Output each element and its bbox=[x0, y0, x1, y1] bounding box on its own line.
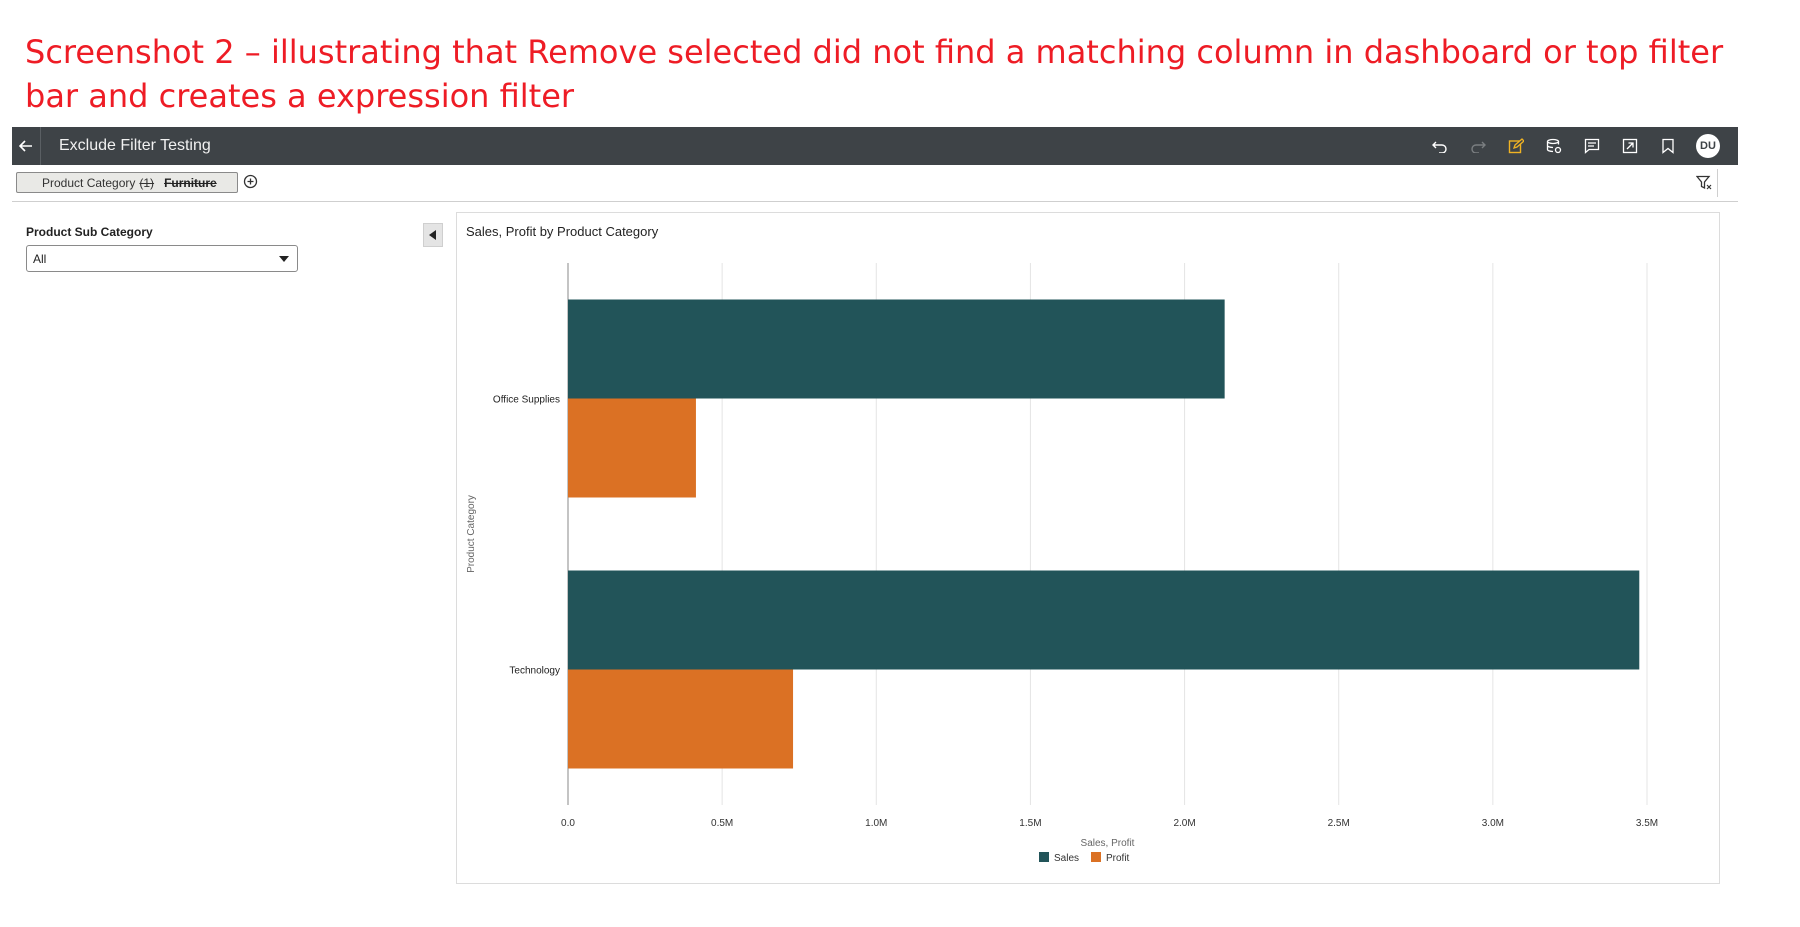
x-tick-label: 3.5M bbox=[1636, 818, 1658, 829]
chart-panel: Sales, Profit by Product Category 0.0 0.5… bbox=[456, 212, 1720, 884]
edit-icon bbox=[1508, 138, 1524, 154]
x-tick-label: 2.0M bbox=[1173, 818, 1195, 829]
toolbar: DU bbox=[1430, 127, 1720, 165]
x-tick-label: 0.5M bbox=[711, 818, 733, 829]
bar-sales-0 bbox=[568, 299, 1225, 399]
bar-profit-1 bbox=[568, 669, 794, 769]
category-label: Office Supplies bbox=[493, 395, 560, 406]
filter-pill-value: Furniture bbox=[164, 175, 217, 190]
filter-pill-product-category[interactable]: Product Category (1) Furniture bbox=[16, 172, 238, 193]
x-tick-label: 1.0M bbox=[865, 818, 887, 829]
product-sub-category-select[interactable]: All bbox=[26, 245, 298, 272]
bar-sales-1 bbox=[568, 570, 1640, 670]
filter-bar: Product Category (1) Furniture bbox=[12, 165, 1738, 202]
export-icon bbox=[1622, 138, 1638, 154]
product-sub-category-label: Product Sub Category bbox=[26, 225, 153, 239]
filter-pill-label: Product Category bbox=[42, 175, 136, 190]
x-tick-label: 0.0 bbox=[561, 818, 575, 829]
caption-text: Screenshot 2 – illustrating that Remove … bbox=[25, 33, 1724, 115]
export-button[interactable] bbox=[1620, 136, 1640, 156]
bookmark-icon bbox=[1662, 138, 1674, 154]
x-axis-title: Sales, Profit bbox=[1081, 838, 1135, 849]
filter-bar-divider bbox=[1717, 169, 1718, 197]
filter-icon bbox=[1695, 175, 1712, 190]
y-axis-title: Product Category bbox=[466, 495, 477, 573]
category-label: Technology bbox=[509, 666, 560, 677]
data-button[interactable] bbox=[1544, 136, 1564, 156]
user-avatar[interactable]: DU bbox=[1696, 134, 1720, 158]
collapse-panel-button[interactable] bbox=[423, 223, 443, 247]
add-circle-icon bbox=[243, 174, 258, 189]
undo-icon bbox=[1432, 141, 1447, 153]
bookmark-button[interactable] bbox=[1658, 136, 1678, 156]
add-filter-button[interactable] bbox=[243, 174, 258, 194]
legend-label-profit: Profit bbox=[1106, 853, 1130, 864]
dashboard-app: Exclude Filter Testing DU Product Catego… bbox=[12, 127, 1738, 897]
legend-label-sales: Sales bbox=[1054, 853, 1079, 864]
redo-button[interactable] bbox=[1468, 136, 1488, 156]
back-arrow-icon bbox=[19, 140, 32, 152]
undo-button[interactable] bbox=[1430, 136, 1450, 156]
legend-swatch-sales bbox=[1039, 852, 1049, 862]
filter-options-button[interactable] bbox=[1695, 175, 1712, 195]
top-bar: Exclude Filter Testing DU bbox=[12, 127, 1738, 165]
filter-pill-count: (1) bbox=[139, 175, 155, 190]
redo-icon bbox=[1471, 141, 1486, 153]
triangle-left-icon bbox=[429, 230, 436, 240]
chevron-down-icon bbox=[279, 256, 289, 262]
x-tick-label: 3.0M bbox=[1482, 818, 1504, 829]
comments-button[interactable] bbox=[1582, 136, 1602, 156]
data-icon bbox=[1546, 138, 1562, 154]
edit-button[interactable] bbox=[1506, 136, 1526, 156]
x-tick-label: 1.5M bbox=[1019, 818, 1041, 829]
back-button[interactable] bbox=[12, 127, 41, 165]
x-tick-label: 2.5M bbox=[1328, 818, 1350, 829]
filter-panel: Product Sub Category All bbox=[26, 225, 298, 272]
dashboard-title: Exclude Filter Testing bbox=[59, 137, 211, 154]
select-value: All bbox=[33, 251, 47, 266]
comments-icon bbox=[1584, 138, 1600, 154]
bar-chart: 0.0 0.5M 1.0M 1.5M 2.0M 2.5M 3.0M 3.5M Office Su… bbox=[466, 263, 1658, 864]
bar-profit-0 bbox=[568, 398, 696, 498]
legend-swatch-profit bbox=[1091, 852, 1101, 862]
